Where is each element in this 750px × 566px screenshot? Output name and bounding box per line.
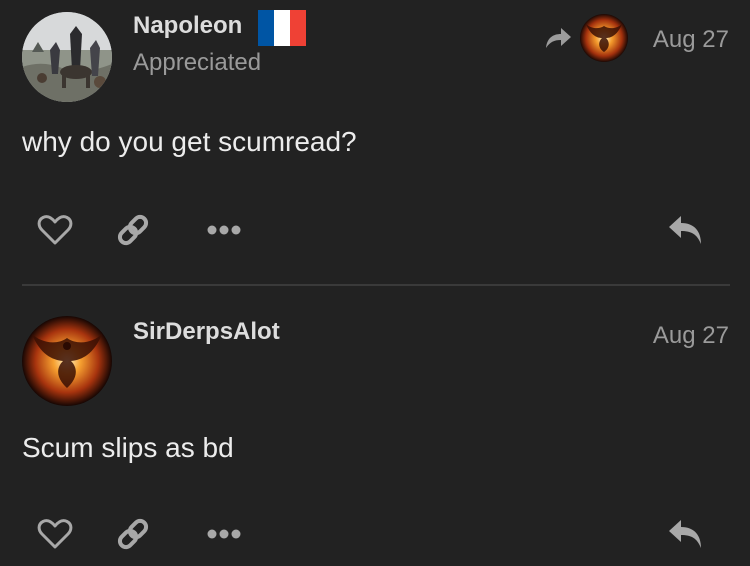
heart-icon: [37, 215, 73, 245]
post-date[interactable]: Aug 27: [653, 322, 729, 350]
france-flag-icon: [258, 10, 306, 46]
link-icon: [117, 214, 149, 246]
more-options-button[interactable]: [202, 512, 246, 556]
post-body: Scum slips as bd: [22, 432, 234, 463]
user-title: Appreciated: [133, 49, 262, 76]
heart-icon: [37, 519, 73, 549]
reply-button[interactable]: [664, 512, 708, 556]
phoenix-avatar-image: [22, 316, 112, 406]
ellipsis-icon: [207, 225, 241, 235]
ellipsis-icon: [207, 529, 241, 539]
post-date[interactable]: Aug 27: [653, 26, 729, 54]
phoenix-avatar-small: [580, 14, 628, 62]
reply-to-avatar[interactable]: [580, 14, 628, 62]
like-button[interactable]: [33, 512, 77, 556]
reply-icon: [669, 216, 701, 244]
username[interactable]: Napoleon: [133, 12, 242, 40]
share-link-button[interactable]: [111, 512, 155, 556]
reply-button[interactable]: [664, 208, 708, 252]
link-icon: [117, 518, 149, 550]
share-link-button[interactable]: [111, 208, 155, 252]
sirderpsalot-avatar[interactable]: [22, 316, 112, 406]
reply-to-arrow-icon[interactable]: [544, 26, 572, 50]
post-body: why do you get scumread?: [22, 126, 357, 157]
reply-icon: [669, 520, 701, 548]
post-napoleon: Napoleon Appreciated Aug 27 why do you g…: [0, 0, 750, 285]
napoleon-avatar[interactable]: [22, 12, 112, 102]
post-sirderpsalot: SirDerpsAlot Aug 27 Scum slips as bd: [0, 286, 750, 566]
username[interactable]: SirDerpsAlot: [133, 318, 280, 346]
like-button[interactable]: [33, 208, 77, 252]
more-options-button[interactable]: [202, 208, 246, 252]
painting-avatar-image: [22, 12, 112, 102]
